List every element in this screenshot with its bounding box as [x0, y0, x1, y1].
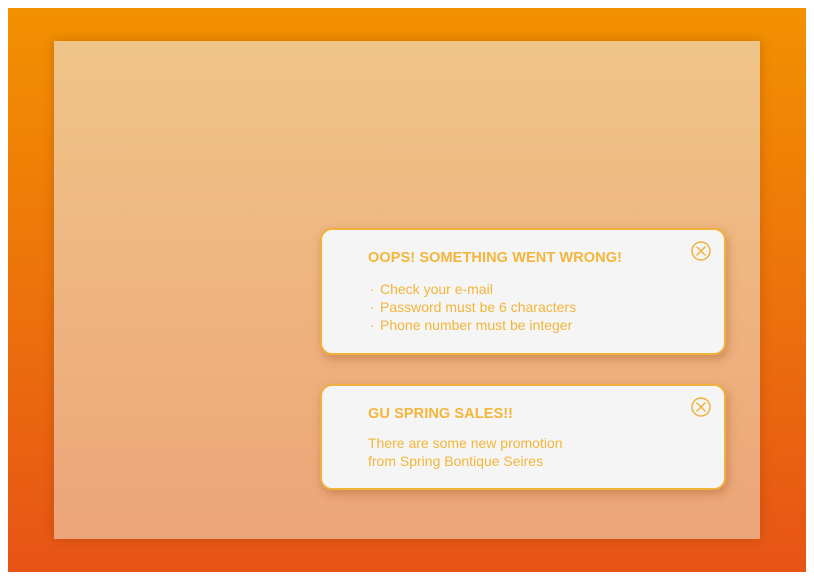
close-circle-icon — [691, 241, 711, 261]
bullet: · — [370, 281, 375, 297]
error-list: · Check your e-mail · Password must be 6 c… — [368, 280, 576, 334]
close-button[interactable] — [690, 396, 712, 418]
content-panel: OOPS! SOMETHING WENT WRONG! · Check your … — [54, 41, 760, 539]
background-frame: OOPS! SOMETHING WENT WRONG! · Check your … — [8, 8, 806, 572]
close-circle-icon — [691, 397, 711, 417]
error-notification: OOPS! SOMETHING WENT WRONG! · Check your … — [320, 228, 726, 355]
error-item: · Password must be 6 characters — [368, 298, 576, 316]
notification-title: GU SPRING SALES!! — [368, 406, 514, 422]
error-text: Password must be 6 characters — [380, 299, 577, 315]
promo-notification: GU SPRING SALES!! There are some new pro… — [320, 384, 726, 490]
error-item: · Check your e-mail — [368, 280, 576, 298]
error-text: Phone number must be integer — [380, 317, 573, 333]
notification-body: There are some new promotion from Spring… — [368, 434, 668, 470]
error-text: Check your e-mail — [380, 281, 493, 297]
close-button[interactable] — [690, 240, 712, 262]
bullet: · — [370, 317, 375, 333]
body-line: from Spring Bontique Seires — [368, 453, 544, 469]
bullet: · — [370, 299, 375, 315]
notification-title: OOPS! SOMETHING WENT WRONG! — [368, 250, 623, 266]
body-line: There are some new promotion — [368, 435, 563, 451]
error-item: · Phone number must be integer — [368, 316, 576, 334]
